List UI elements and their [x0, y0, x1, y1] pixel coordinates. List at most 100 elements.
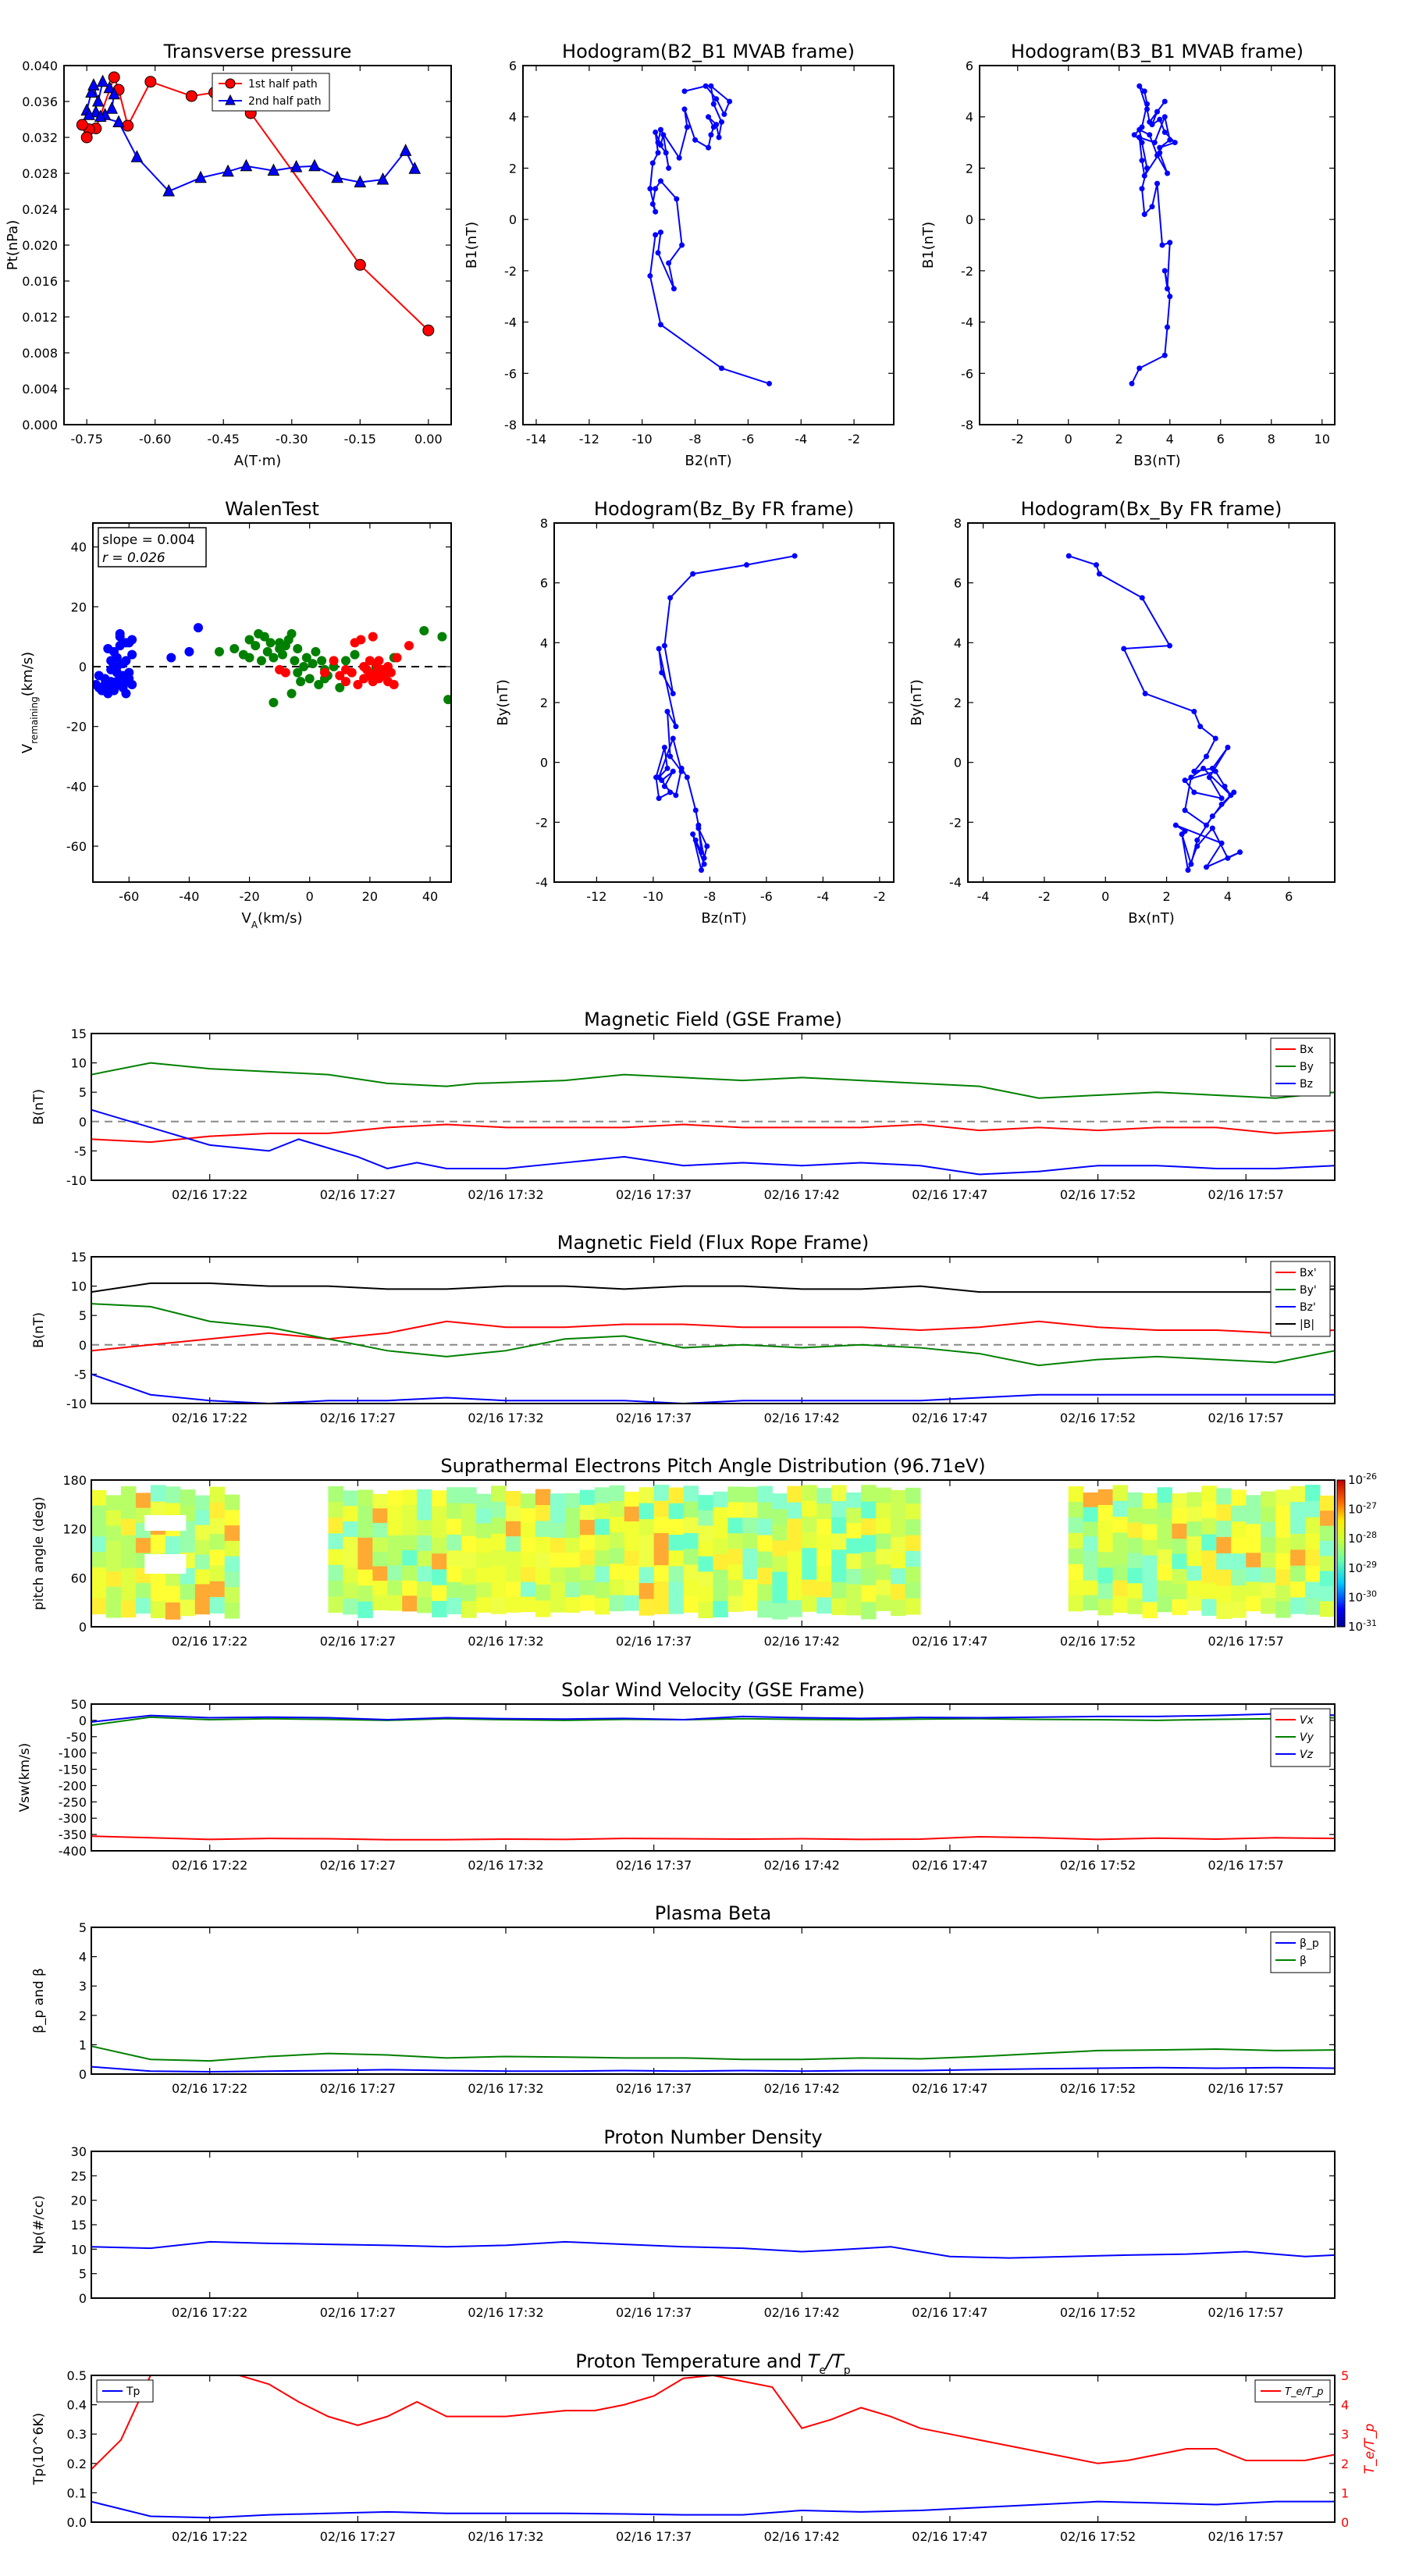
data-point — [399, 144, 412, 156]
heatmap-cell — [579, 1595, 596, 1611]
x-tick-label: -4 — [795, 432, 807, 447]
heatmap-cell — [772, 1556, 788, 1573]
data-point — [706, 144, 711, 151]
heatmap-cell — [1083, 1551, 1099, 1567]
heatmap-cell — [1142, 1602, 1158, 1619]
heatmap-cell — [194, 1539, 211, 1556]
data-point — [331, 170, 343, 183]
x-tick-label: 02/16 17:52 — [1060, 1634, 1136, 1649]
heatmap-cell — [194, 1554, 211, 1571]
y-axis-label: B(nT) — [31, 1089, 47, 1125]
data-point — [1147, 119, 1153, 125]
y-tick-label: -2 — [949, 815, 962, 830]
heatmap-cell — [772, 1603, 788, 1620]
heatmap-cell — [180, 1536, 196, 1553]
data-point — [1188, 774, 1194, 781]
y-tick-label: 2 — [509, 161, 517, 176]
heatmap-cell — [727, 1596, 743, 1612]
heatmap-cell — [1216, 1488, 1232, 1506]
data-point — [657, 229, 663, 236]
data-point — [286, 628, 297, 639]
legend-label: Vz — [1300, 1749, 1314, 1761]
y-tick-label: 15 — [71, 2218, 87, 2233]
heatmap-cell — [506, 1582, 521, 1598]
heatmap-cell — [476, 1538, 492, 1554]
heatmap-cell — [876, 1595, 891, 1611]
heatmap-cell — [357, 1505, 373, 1523]
y-tick-label: 6 — [966, 59, 973, 73]
heatmap-cell — [387, 1535, 403, 1551]
heatmap-cell — [1172, 1539, 1187, 1555]
x-axis-label: Bz(nT) — [701, 910, 746, 927]
colorbar: 10-26 10-27 10-28 10-29 10-30 10-31 — [1336, 1471, 1377, 1634]
y-tick-label: -40 — [66, 779, 87, 794]
y-tick-label: -5 — [74, 1367, 87, 1382]
data-point — [1191, 768, 1197, 774]
timeseries-panel-11: Proton Number Density 02/16 17:22 02/16 17… — [31, 2126, 1336, 2320]
heatmap-cell — [446, 1597, 462, 1615]
legend-label: |B| — [1300, 1318, 1314, 1331]
heatmap-cell — [787, 1485, 802, 1503]
heatmap-cell — [1261, 1567, 1276, 1584]
heatmap-cell — [1186, 1580, 1202, 1596]
x-axis-label: VA(km/s) — [242, 910, 303, 930]
heatmap-cell — [698, 1525, 713, 1542]
heatmap-cell — [1142, 1555, 1158, 1572]
heatmap-cell — [698, 1571, 713, 1588]
x-tick-label: 4 — [1166, 432, 1174, 447]
heatmap-cell — [194, 1495, 211, 1511]
heatmap-cell — [550, 1553, 566, 1568]
heatmap-cell — [831, 1566, 847, 1583]
heatmap-cell — [668, 1597, 685, 1614]
heatmap-cell — [387, 1505, 403, 1521]
heatmap-cell — [506, 1506, 521, 1522]
data-point — [1161, 352, 1168, 358]
heatmap-cell — [609, 1516, 625, 1533]
heatmap-cell — [1097, 1521, 1114, 1537]
heatmap-cell — [846, 1599, 862, 1616]
heatmap-cell — [491, 1485, 507, 1503]
heatmap-cell — [135, 1493, 151, 1509]
heatmap-cell — [1127, 1492, 1143, 1509]
y-axis-label: Pt(nPa) — [5, 220, 21, 270]
y-tick-label: 5 — [79, 1920, 87, 1935]
heatmap-cell — [594, 1487, 610, 1504]
heatmap-cell — [506, 1566, 521, 1583]
series-line-Bx — [91, 1123, 1335, 1144]
heatmap-cell — [476, 1508, 492, 1525]
heatmap-cell — [417, 1520, 432, 1536]
heatmap-cell — [1305, 1565, 1321, 1583]
data-point — [653, 129, 659, 135]
y-tick-label: -10 — [66, 1397, 87, 1411]
x-tick-label: -12 — [579, 432, 599, 447]
heatmap-cell — [787, 1502, 802, 1520]
heatmap-cell — [550, 1493, 566, 1509]
heatmap-cell — [1172, 1584, 1187, 1600]
x-tick-label: 20 — [362, 889, 378, 904]
heatmap-cell — [1275, 1569, 1291, 1586]
heatmap-cell — [1320, 1571, 1335, 1587]
series-line-series — [91, 2240, 1335, 2259]
legend-label: By' — [1300, 1284, 1317, 1297]
heatmap-cell — [357, 1521, 373, 1539]
y-tick-label: 0 — [509, 212, 517, 227]
data-point — [1218, 801, 1225, 807]
y-tick-label: -300 — [59, 1811, 87, 1826]
data-point — [653, 208, 659, 215]
y-axis-label: Vremaining(km/s) — [20, 652, 40, 753]
heatmap-cell — [1201, 1582, 1217, 1600]
data-point — [666, 165, 672, 171]
chart-panel-3: WalenTest -60 -40 -20 0 20 40 -60 -40 -20 0 20 40 VA(… — [20, 498, 452, 930]
heatmap-cell — [1275, 1505, 1291, 1523]
heatmap-cell — [1157, 1580, 1172, 1597]
data-point — [667, 595, 674, 601]
data-point — [1182, 807, 1188, 813]
y-axis-label: B(nT) — [31, 1312, 47, 1348]
x-tick-label: -40 — [179, 889, 199, 904]
heatmap-cell — [520, 1567, 536, 1583]
heatmap-cell — [209, 1534, 226, 1551]
heatmap-cell — [1261, 1491, 1276, 1507]
y-tick-label: -6 — [504, 366, 517, 381]
data-point — [308, 659, 318, 669]
data-point — [286, 688, 297, 699]
